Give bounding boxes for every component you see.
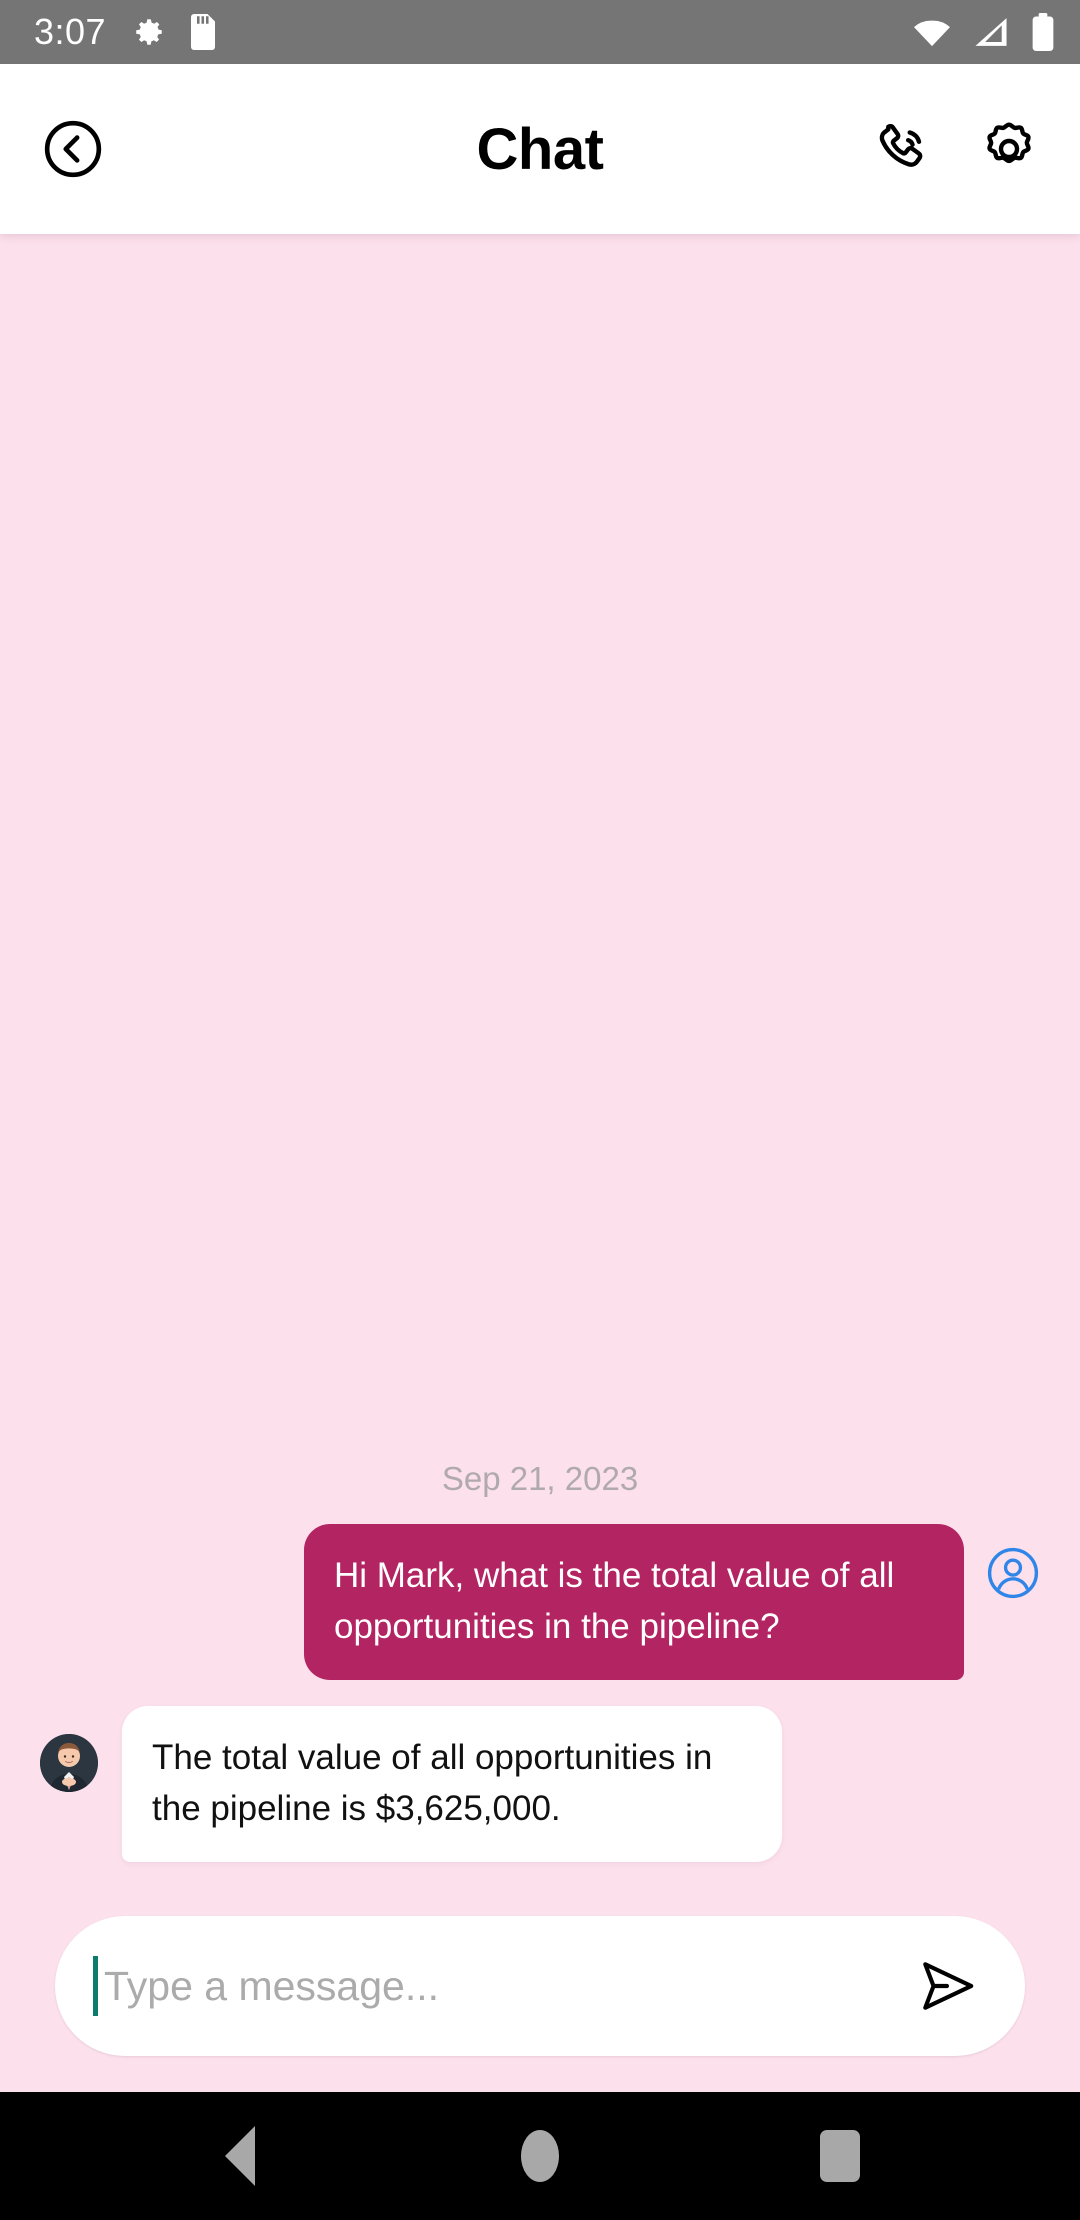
message-input[interactable]: Type a message... — [104, 1963, 917, 2010]
status-clock: 3:07 — [34, 11, 107, 52]
nav-recents-square-icon — [820, 2130, 860, 2182]
text-caret — [93, 1956, 98, 2016]
battery-icon — [1030, 13, 1056, 51]
agent-avatar-photo — [40, 1733, 98, 1792]
nav-home-button[interactable] — [470, 2092, 610, 2220]
cellular-signal-icon — [972, 16, 1010, 48]
nav-back-button[interactable] — [170, 2092, 310, 2220]
status-right-icon-group — [912, 13, 1056, 51]
user-avatar-icon — [986, 1546, 1040, 1600]
gear-icon — [132, 15, 166, 49]
wifi-icon — [912, 16, 952, 48]
phone-call-icon[interactable] — [872, 118, 934, 180]
send-icon[interactable] — [917, 1955, 979, 2017]
phone-screen: 3:07 Chat Sep 21, 2023 Hi Mark, what is … — [0, 0, 1080, 2220]
back-icon[interactable] — [42, 118, 104, 180]
sd-card-icon — [188, 14, 218, 50]
nav-home-circle-icon — [521, 2130, 559, 2182]
message-row-incoming: The total value of all opportunities in … — [0, 1705, 1080, 1862]
chat-header: Chat — [0, 64, 1080, 234]
message-input-bar[interactable]: Type a message... — [55, 1916, 1025, 2056]
nav-back-triangle-icon — [225, 2126, 255, 2186]
status-bar: 3:07 — [0, 0, 1080, 64]
message-bubble-incoming[interactable]: The total value of all opportunities in … — [122, 1705, 782, 1862]
message-row-outgoing: Hi Mark, what is the total value of all … — [0, 1523, 1080, 1680]
nav-recents-button[interactable] — [770, 2092, 910, 2220]
composer-area: Type a message... — [0, 1898, 1080, 2092]
settings-gear-icon[interactable] — [978, 118, 1040, 180]
header-action-group — [872, 118, 1040, 180]
status-left-icon-group — [132, 14, 218, 50]
message-list[interactable]: Sep 21, 2023 Hi Mark, what is the total … — [0, 234, 1080, 1898]
date-divider: Sep 21, 2023 — [441, 1459, 639, 1497]
android-nav-bar — [0, 2092, 1080, 2220]
message-bubble-outgoing[interactable]: Hi Mark, what is the total value of all … — [304, 1523, 964, 1680]
